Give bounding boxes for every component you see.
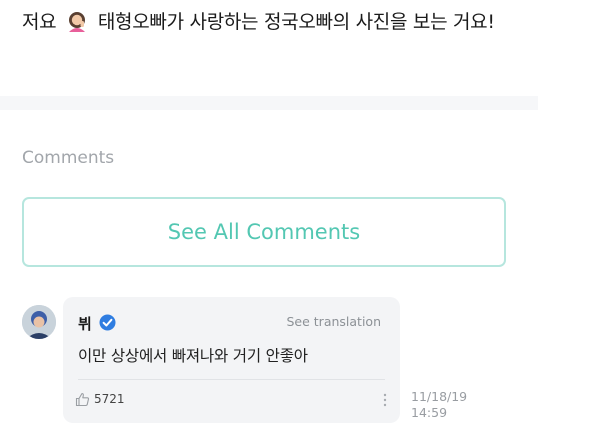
post-text-start: 저요 xyxy=(22,11,57,33)
comment-date: 11/18/19 xyxy=(411,389,468,404)
like-count: 5721 xyxy=(94,392,125,406)
woman-tipping-hand-icon xyxy=(66,8,88,32)
comment-time: 14:59 xyxy=(411,405,448,420)
comment-bubble: 뷔 See translation 이만 상상에서 빠져나와 거기 안좋아 57… xyxy=(63,297,400,423)
see-all-comments-button[interactable]: See All Comments xyxy=(22,197,506,267)
verified-badge-icon xyxy=(99,314,116,331)
comment-body: 이만 상상에서 빠져나와 거기 안좋아 xyxy=(78,347,308,365)
comment-author[interactable]: 뷔 xyxy=(78,313,92,334)
comments-heading: Comments xyxy=(22,148,115,168)
comment-timestamp: 11/18/19 14:59 xyxy=(411,389,467,421)
comment-divider xyxy=(78,379,385,380)
avatar[interactable] xyxy=(22,305,56,339)
thumbs-up-icon[interactable] xyxy=(75,392,90,407)
post-text-rest: 태형오빠가 사랑하는 정국오빠의 사진을 보는 거요! xyxy=(97,11,495,33)
section-divider xyxy=(0,96,538,110)
more-options-icon[interactable] xyxy=(382,391,388,409)
see-translation-link[interactable]: See translation xyxy=(286,314,381,329)
post-text: 저요 태형오빠가 사랑하는 정국오빠의 사진을 보는 거요! xyxy=(22,4,542,41)
